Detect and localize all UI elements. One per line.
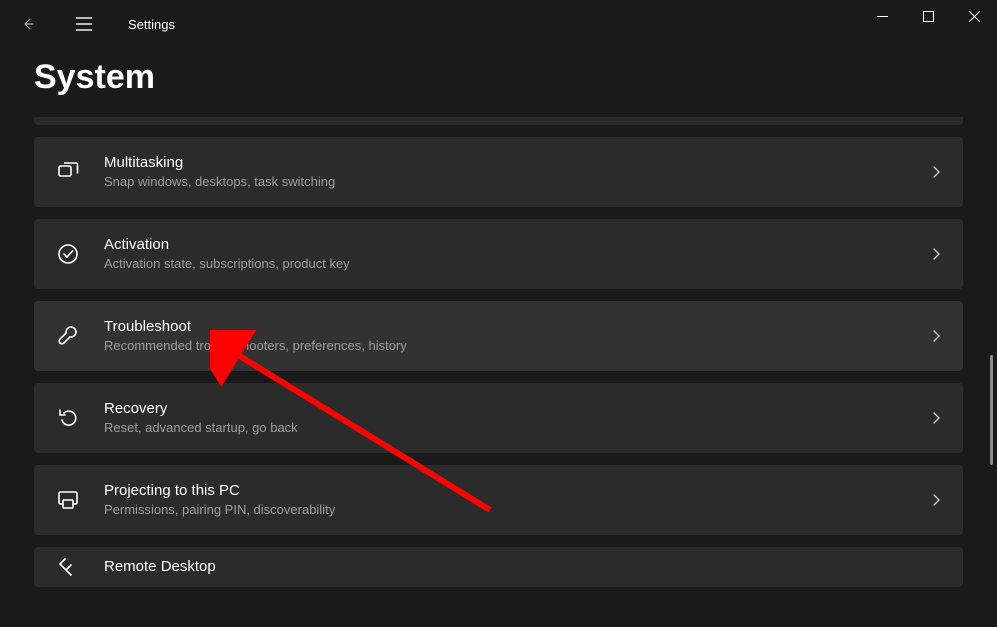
row-desc: Snap windows, desktops, task switching xyxy=(104,174,929,191)
setting-row-troubleshoot[interactable]: Troubleshoot Recommended troubleshooters… xyxy=(34,301,963,371)
multitasking-icon xyxy=(54,158,82,186)
setting-row-projecting[interactable]: Projecting to this PC Permissions, pairi… xyxy=(34,465,963,535)
back-button[interactable] xyxy=(8,4,48,44)
chevron-right-icon xyxy=(929,493,943,507)
scrollbar-thumb[interactable] xyxy=(990,355,993,465)
row-title: Recovery xyxy=(104,399,929,419)
row-desc: Reset, advanced startup, go back xyxy=(104,420,929,437)
titlebar: Settings xyxy=(0,0,997,48)
row-desc: Permissions, pairing PIN, discoverabilit… xyxy=(104,502,929,519)
row-title: Remote Desktop xyxy=(104,557,943,577)
partial-row-top[interactable] xyxy=(34,117,963,125)
row-title: Multitasking xyxy=(104,153,929,173)
setting-row-multitasking[interactable]: Multitasking Snap windows, desktops, tas… xyxy=(34,137,963,207)
hamburger-menu-button[interactable] xyxy=(64,4,104,44)
recovery-icon xyxy=(54,404,82,432)
setting-row-activation[interactable]: Activation Activation state, subscriptio… xyxy=(34,219,963,289)
projecting-icon xyxy=(54,486,82,514)
chevron-right-icon xyxy=(929,411,943,425)
settings-content: Multitasking Snap windows, desktops, tas… xyxy=(0,117,997,626)
row-desc: Recommended troubleshooters, preferences… xyxy=(104,338,929,355)
window-controls xyxy=(859,0,997,40)
chevron-right-icon xyxy=(929,329,943,343)
setting-row-remote-desktop[interactable]: Remote Desktop xyxy=(34,547,963,587)
row-title: Projecting to this PC xyxy=(104,481,929,501)
remote-desktop-icon xyxy=(54,553,82,581)
row-title: Troubleshoot xyxy=(104,317,929,337)
chevron-right-icon xyxy=(929,165,943,179)
page-title: System xyxy=(0,48,997,117)
maximize-button[interactable] xyxy=(905,0,951,32)
minimize-button[interactable] xyxy=(859,0,905,32)
row-title: Activation xyxy=(104,235,929,255)
setting-row-recovery[interactable]: Recovery Reset, advanced startup, go bac… xyxy=(34,383,963,453)
close-button[interactable] xyxy=(951,0,997,32)
row-desc: Activation state, subscriptions, product… xyxy=(104,256,929,273)
app-title: Settings xyxy=(128,17,175,32)
chevron-right-icon xyxy=(929,247,943,261)
troubleshoot-icon xyxy=(54,322,82,350)
activation-icon xyxy=(54,240,82,268)
